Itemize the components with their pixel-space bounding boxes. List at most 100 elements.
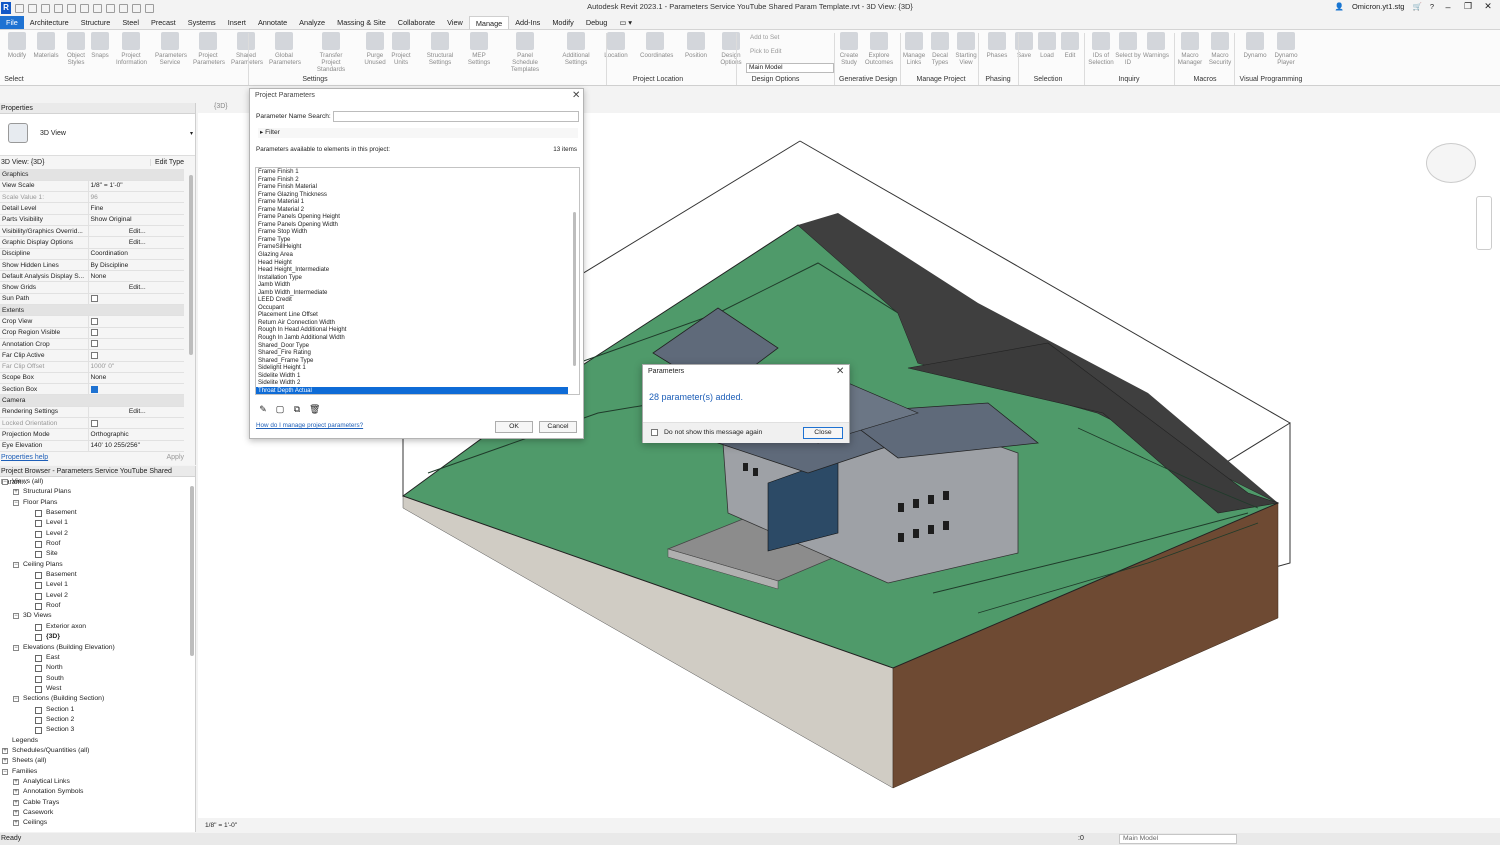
parameter-list-item[interactable]: Frame Panels Opening Height — [256, 213, 579, 221]
tab-systems[interactable]: Systems — [182, 16, 222, 29]
collapse-icon[interactable]: − — [13, 644, 19, 651]
tab-insert[interactable]: Insert — [222, 16, 252, 29]
ribbon-button-snaps[interactable]: Snaps — [85, 32, 115, 59]
text-icon[interactable] — [119, 3, 128, 13]
tab-structure[interactable]: Structure — [75, 16, 117, 29]
property-checkbox[interactable] — [90, 295, 98, 303]
expand-icon[interactable]: + — [2, 747, 8, 754]
ribbon-button-structural-settings[interactable]: Structural Settings — [425, 32, 455, 66]
parameter-list-item[interactable]: Placement Line Offset — [256, 311, 579, 319]
browser-item[interactable]: Site — [0, 549, 195, 559]
parameter-list-item[interactable]: FrameSillHeight — [256, 243, 579, 251]
ribbon-button-explore-outcomes[interactable]: Explore Outcomes — [864, 32, 894, 66]
close-icon[interactable]: ✕ — [572, 90, 580, 101]
collapse-icon[interactable]: − — [13, 613, 19, 620]
tab-massing-site[interactable]: Massing & Site — [331, 16, 392, 29]
browser-item[interactable]: + Schedules/Quantities (all) — [0, 746, 195, 756]
properties-scrollbar[interactable] — [189, 175, 193, 355]
expand-icon[interactable]: + — [2, 758, 8, 765]
property-value[interactable]: None — [88, 372, 184, 385]
property-value[interactable]: Orthographic — [88, 428, 184, 441]
browser-item[interactable]: + Ceilings — [0, 818, 195, 828]
property-edit-button[interactable]: Edit... — [88, 225, 184, 238]
open-icon[interactable] — [15, 3, 24, 13]
tab-collaborate[interactable]: Collaborate — [392, 16, 441, 29]
tab-precast[interactable]: Precast — [145, 16, 182, 29]
tab-debug[interactable]: Debug — [580, 16, 614, 29]
browser-item[interactable]: − Families — [0, 767, 195, 777]
property-value[interactable]: Show Original — [88, 214, 184, 226]
browser-item[interactable]: Exterior axon — [0, 622, 195, 632]
viewcube-icon[interactable] — [1426, 143, 1476, 183]
browser-item[interactable]: − Floor Plans — [0, 498, 195, 508]
property-checkbox[interactable] — [90, 385, 98, 393]
ribbon-button-mep-settings[interactable]: MEP Settings — [464, 32, 494, 66]
collapse-icon[interactable]: − — [13, 696, 19, 703]
browser-item[interactable]: Level 1 — [0, 518, 195, 528]
close-button[interactable]: Close — [803, 427, 843, 439]
save-icon[interactable] — [28, 3, 37, 13]
parameter-list-item[interactable]: Shared_Fire Rating — [256, 349, 579, 357]
collapse-icon[interactable]: − — [13, 561, 19, 568]
tab-manage[interactable]: Manage — [468, 16, 510, 29]
property-value[interactable] — [88, 338, 184, 351]
parameter-list-item[interactable]: Rough In Head Additional Height — [256, 326, 579, 334]
tab-file[interactable]: File — [0, 16, 24, 29]
browser-item[interactable]: East — [0, 653, 195, 663]
edit-icon[interactable]: ✎ — [258, 404, 268, 414]
close-icon[interactable]: ✕ — [836, 366, 844, 377]
cancel-button[interactable]: Cancel — [539, 421, 577, 433]
property-checkbox[interactable] — [90, 317, 98, 325]
ribbon-button-parameters-service[interactable]: Parameters Service — [155, 32, 187, 66]
browser-item[interactable]: + Sheets (all) — [0, 756, 195, 766]
property-value[interactable]: 1/8" = 1'-0" — [88, 180, 184, 193]
property-edit-button[interactable]: Edit... — [88, 281, 184, 294]
ribbon-button-design-options[interactable]: Design Options — [716, 32, 746, 66]
view-scale[interactable]: 1/8" = 1'-0" — [205, 822, 237, 829]
ribbon-button-materials[interactable]: Materials — [31, 32, 61, 59]
browser-item[interactable]: − Sections (Building Section) — [0, 694, 195, 704]
ribbon-button-macro-security[interactable]: Macro Security — [1205, 32, 1235, 66]
ribbon-button-modify[interactable]: Modify — [2, 32, 32, 59]
expand-icon[interactable]: + — [13, 799, 19, 806]
expand-icon[interactable]: + — [13, 820, 19, 827]
ribbon-button-additional-settings[interactable]: Additional Settings — [561, 32, 591, 66]
parameter-list-item[interactable]: Glazing Area — [256, 251, 579, 259]
parameter-list-item[interactable]: Frame Glazing Thickness — [256, 191, 579, 199]
parameter-list-item[interactable]: Frame Finish 1 — [256, 168, 579, 176]
list-scrollbar[interactable] — [573, 212, 576, 366]
panel-label-select[interactable]: Select — [0, 76, 28, 83]
copy-icon[interactable]: ⧉ — [292, 404, 302, 414]
design-option-dropdown[interactable]: Main Model — [746, 63, 834, 73]
browser-item[interactable]: −3D Views — [0, 611, 195, 621]
browser-item[interactable]: Section 3 — [0, 725, 195, 735]
expand-icon[interactable]: + — [13, 489, 19, 496]
property-group[interactable]: Camera — [0, 394, 184, 407]
browser-item[interactable]: + Analytical Links — [0, 777, 195, 787]
tab-analyze[interactable]: Analyze — [293, 16, 331, 29]
tab-view[interactable]: View — [441, 16, 469, 29]
dimension-icon[interactable] — [106, 3, 115, 13]
ribbon-button-project-parameters[interactable]: Project Parameters — [193, 32, 225, 66]
add-to-set-button[interactable]: Add to Set — [750, 34, 779, 41]
property-edit-button[interactable]: Edit... — [88, 236, 184, 249]
parameters-list[interactable]: Frame Finish 1 Frame Finish 2 Frame Finish… — [255, 167, 580, 395]
parameter-list-item[interactable]: Installation Type — [256, 274, 579, 282]
parameter-list-item[interactable]: Shared_Frame Type — [256, 357, 579, 365]
property-checkbox[interactable] — [90, 351, 98, 359]
dont-show-checkbox[interactable] — [651, 429, 658, 436]
user-icon[interactable]: 👤 — [1335, 2, 1344, 11]
parameter-list-item[interactable]: Frame Material 2 — [256, 206, 579, 214]
collapse-icon[interactable]: − — [2, 768, 8, 775]
browser-item[interactable]: {3D} — [0, 632, 195, 642]
restore-button[interactable]: ❐ — [1462, 1, 1474, 12]
view-instance-dropdown[interactable]: 3D View: {3D} — [1, 159, 151, 166]
delete-icon[interactable]: 🗑 — [309, 404, 320, 414]
print-icon[interactable] — [80, 3, 89, 13]
revit-logo-icon[interactable]: R — [1, 2, 11, 14]
browser-item[interactable]: Basement — [0, 570, 195, 580]
property-group[interactable]: Extents — [0, 304, 184, 317]
browser-item[interactable]: Basement — [0, 508, 195, 518]
parameter-list-item[interactable]: Occupant — [256, 304, 579, 312]
redo-icon[interactable] — [67, 3, 76, 13]
